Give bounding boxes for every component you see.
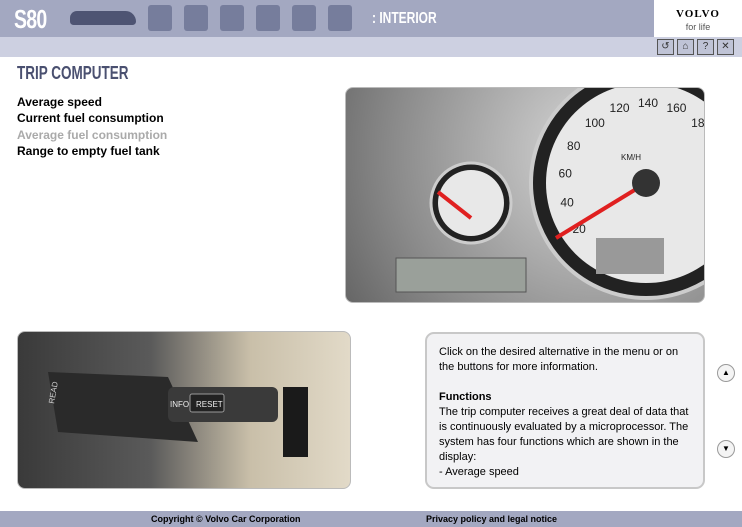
menu-item-average-fuel[interactable]: Average fuel consumption (17, 128, 167, 144)
footer: Copyright © Volvo Car Corporation Privac… (0, 511, 742, 527)
page-title: TRIP COMPUTER (17, 63, 129, 83)
info-body: The trip computer receives a great deal … (439, 406, 689, 463)
home-button[interactable]: ⌂ (677, 39, 694, 55)
info-item: - Average speed (439, 466, 519, 478)
close-button[interactable]: ✕ (717, 39, 734, 55)
model-title: S80 (14, 4, 47, 34)
back-button[interactable]: ↺ (657, 39, 674, 55)
menu-item-range[interactable]: Range to empty fuel tank (17, 144, 167, 160)
info-heading: Functions (439, 391, 492, 403)
tools-icon[interactable] (220, 5, 244, 31)
volvo-logo: VOLVO for life (654, 0, 742, 37)
speed-tick-label: 180 (691, 116, 705, 130)
scroll-up-button[interactable]: ▲ (717, 364, 735, 382)
help-button[interactable]: ? (697, 39, 714, 55)
speed-unit: KM/H (621, 153, 641, 162)
menu: Average speed Current fuel consumption A… (17, 95, 167, 160)
speed-tick-label: 100 (585, 116, 605, 130)
manual-icon[interactable] (292, 5, 316, 31)
reset-label: RESET (196, 400, 223, 409)
dice-icon[interactable] (328, 5, 352, 31)
info-panel: Click on the desired alternative in the … (425, 332, 705, 489)
speed-tick-label: 260 (704, 222, 705, 236)
speed-tick-label: 160 (666, 101, 686, 115)
seat-icon[interactable] (148, 5, 172, 31)
privacy-link[interactable]: Privacy policy and legal notice (426, 514, 557, 524)
sub-bar (0, 37, 742, 57)
speed-tick-label: 80 (567, 139, 581, 153)
speed-tick-label: 120 (610, 101, 630, 115)
logo-tagline: for life (685, 22, 711, 32)
speed-tick-label: 60 (559, 167, 573, 181)
speed-tick-label: 40 (560, 196, 574, 210)
control-stalk-image: READ INFO RESET (17, 331, 351, 489)
copyright-link[interactable]: Copyright © Volvo Car Corporation (151, 514, 300, 524)
info-label: INFO (170, 400, 189, 409)
bottle-icon[interactable] (256, 5, 280, 31)
speed-tick-label: 140 (638, 96, 658, 110)
scroll-down-button[interactable]: ▼ (717, 440, 735, 458)
info-intro: Click on the desired alternative in the … (439, 346, 679, 373)
logo-brand: VOLVO (676, 8, 720, 20)
bag-icon[interactable] (184, 5, 208, 31)
header-bar: S80 : INTERIOR (0, 0, 654, 37)
menu-item-current-fuel[interactable]: Current fuel consumption (17, 111, 167, 127)
instrument-cluster-image: 20406080100120140160180200220240260 KM/H (345, 87, 705, 303)
section-title: : INTERIOR (372, 10, 437, 27)
menu-item-average-speed[interactable]: Average speed (17, 95, 167, 111)
car-icon[interactable] (70, 11, 136, 25)
